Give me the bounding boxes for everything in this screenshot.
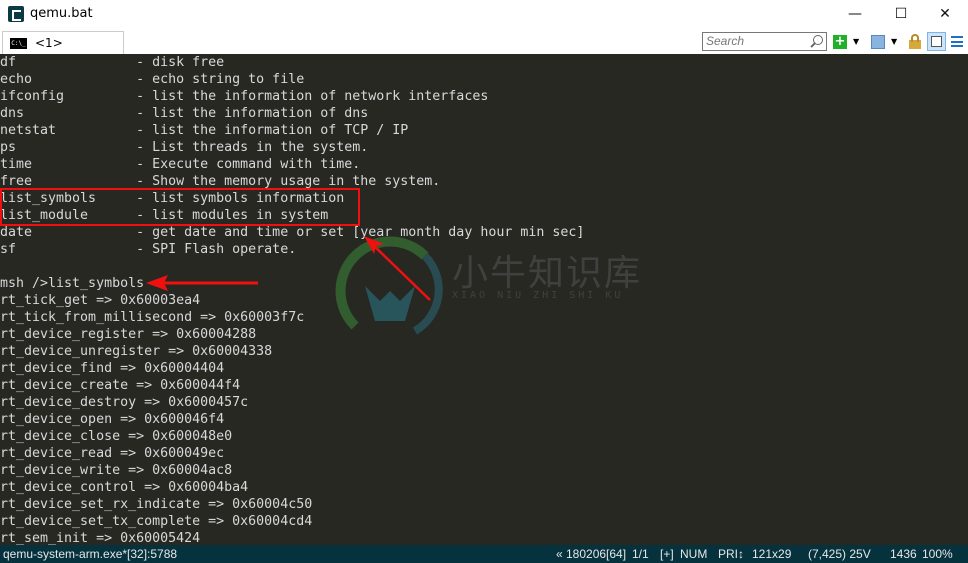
- status-num: NUM: [680, 547, 708, 561]
- arrow-icon: [146, 275, 258, 291]
- console-app-icon: [8, 6, 24, 22]
- arrow-icon: [364, 236, 431, 301]
- title-bar: qemu.bat — ☐ ✕: [0, 0, 968, 30]
- close-button[interactable]: ✕: [922, 2, 968, 26]
- new-console-dropdown[interactable]: ▼: [853, 37, 859, 53]
- lock-button[interactable]: [909, 34, 921, 49]
- status-position: « 180206[64]: [556, 547, 627, 561]
- status-size: 121x29: [752, 547, 792, 561]
- hamburger-icon: [951, 40, 963, 43]
- maximize-icon: ☐: [894, 6, 908, 22]
- search-icon[interactable]: [813, 35, 823, 45]
- status-pid: 1436: [890, 547, 917, 561]
- search-placeholder: Search: [706, 34, 745, 48]
- status-process: qemu-system-arm.exe*[32]:5788: [3, 547, 178, 561]
- plus-icon: +: [834, 34, 846, 49]
- panel-icon: [931, 36, 942, 47]
- terminal-output[interactable]: 小牛知识库 XIAO NIU ZHI SHI KU df - disk free…: [0, 54, 968, 545]
- chevron-down-icon: ▼: [891, 37, 898, 46]
- annotation-arrows: [146, 236, 431, 301]
- status-bar: qemu-system-arm.exe*[32]:5788 « 180206[6…: [0, 545, 968, 563]
- status-zoom: 100%: [922, 547, 953, 561]
- switch-console-dropdown[interactable]: ▼: [891, 37, 897, 53]
- maximize-button[interactable]: ☐: [878, 2, 924, 26]
- window-title: qemu.bat: [30, 6, 93, 21]
- status-pri: PRI↕: [718, 547, 745, 561]
- status-page: 1/1: [632, 547, 649, 561]
- search-input[interactable]: Search: [702, 32, 827, 51]
- status-plus: [+]: [660, 547, 674, 561]
- console-icon: C:\_: [10, 38, 27, 49]
- toggle-panel-button[interactable]: [927, 32, 946, 51]
- status-coords: (7,425) 25V: [808, 547, 871, 561]
- minimize-icon: —: [848, 6, 862, 22]
- tab-qemu-bat[interactable]: C:\_ <1> qemu.bat: [2, 31, 124, 72]
- switch-console-button[interactable]: [871, 35, 885, 49]
- chevron-down-icon: ▼: [853, 37, 860, 46]
- new-console-button[interactable]: +: [833, 35, 847, 49]
- menu-button[interactable]: [951, 36, 963, 47]
- close-icon: ✕: [939, 6, 951, 22]
- tab-bar: C:\_ <1> qemu.bat Search + ▼ ▼: [0, 30, 968, 72]
- minimize-button[interactable]: —: [832, 2, 878, 26]
